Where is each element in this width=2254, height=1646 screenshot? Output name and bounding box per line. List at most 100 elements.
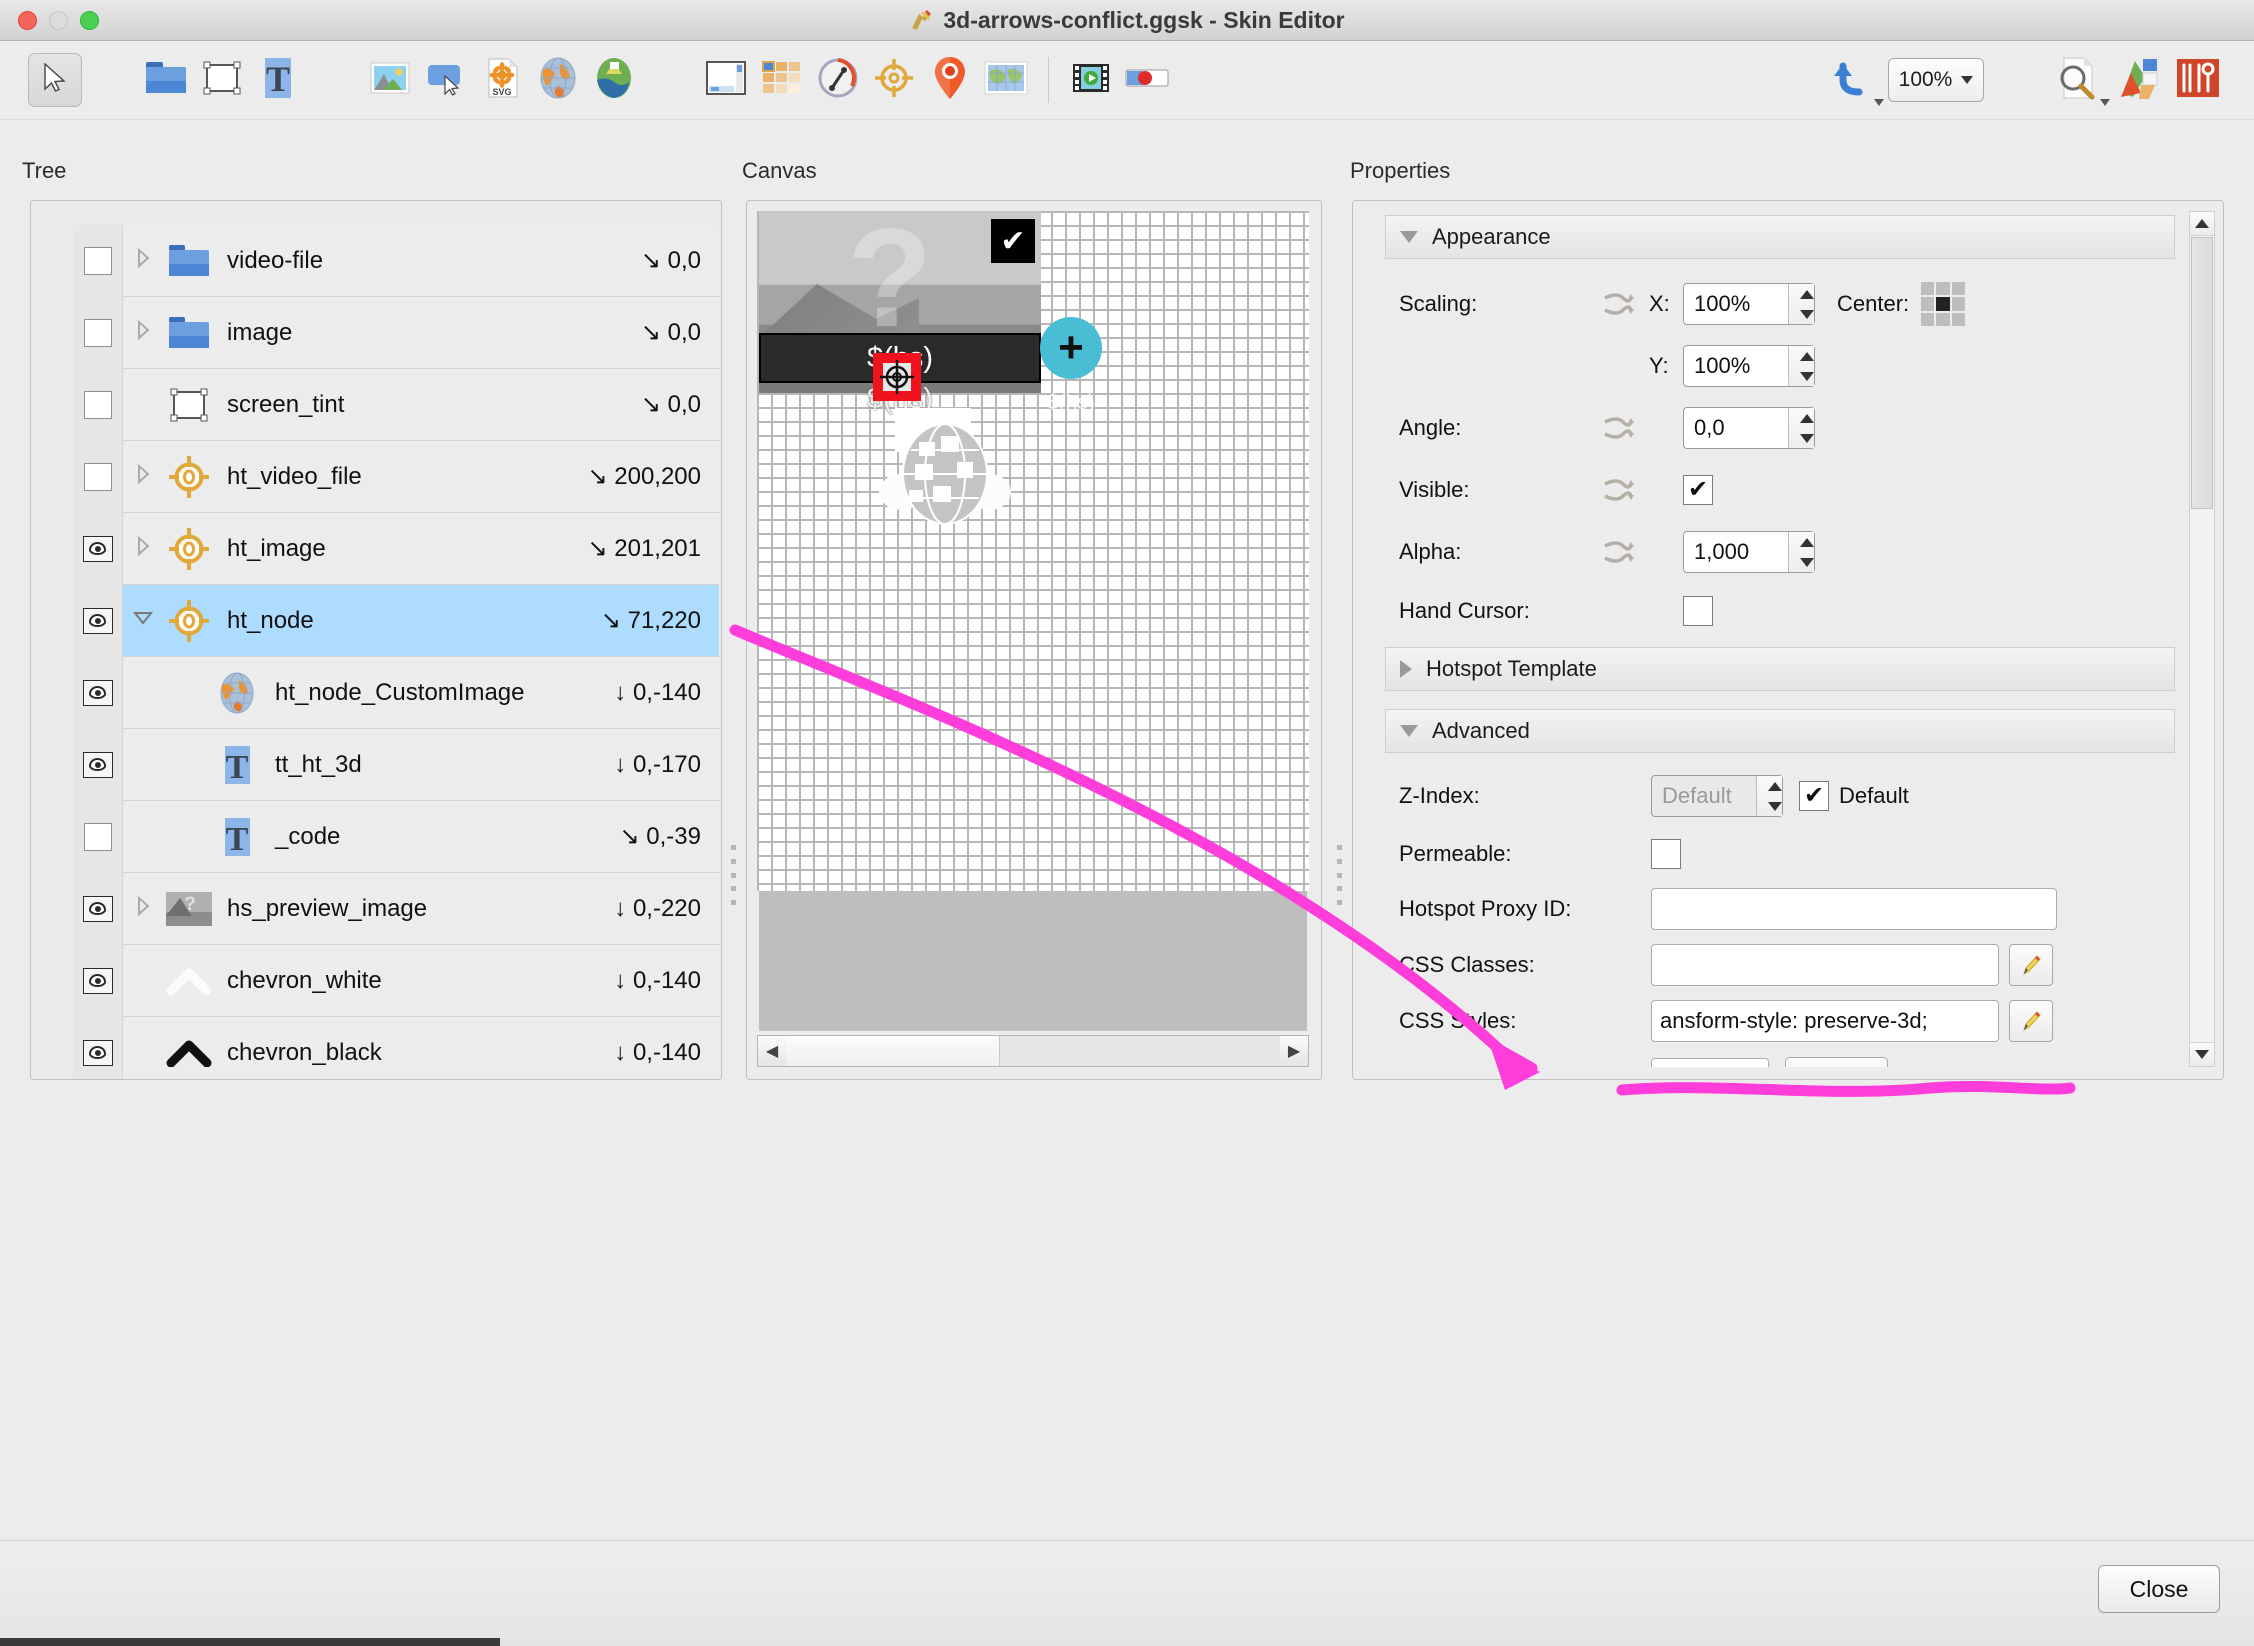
preview-dropdown-caret-icon[interactable] bbox=[2100, 99, 2110, 106]
clear-shortcut-button[interactable]: Clear bbox=[1785, 1057, 1888, 1067]
tree-row[interactable]: screen_tint ↘ 0,0 bbox=[73, 368, 719, 441]
add-hotspot-marker[interactable]: + bbox=[1040, 317, 1102, 379]
scroll-down-arrow-icon[interactable] bbox=[2190, 1042, 2214, 1066]
tree-row[interactable]: ? hs_preview_image ↓ 0,-220 bbox=[73, 872, 719, 945]
add-rectangle-button[interactable] bbox=[194, 52, 250, 108]
scroll-up-arrow-icon[interactable] bbox=[2190, 212, 2214, 236]
scaling-x-input[interactable]: 100% bbox=[1683, 283, 1815, 325]
disclosure-toggle[interactable] bbox=[123, 319, 163, 345]
select-tool-button[interactable] bbox=[28, 53, 82, 107]
css-classes-input[interactable] bbox=[1651, 944, 1999, 986]
selected-hotspot-marker[interactable] bbox=[873, 353, 921, 401]
tree-item-label: ht_node bbox=[227, 606, 314, 634]
visibility-checkbox[interactable] bbox=[73, 296, 123, 369]
scroll-thumb[interactable] bbox=[786, 1036, 1000, 1066]
add-floorplan-button[interactable] bbox=[586, 52, 642, 108]
visibility-eye-toggle[interactable] bbox=[73, 1016, 123, 1079]
add-text-button[interactable]: T bbox=[250, 52, 306, 108]
alpha-input[interactable]: 1,000 bbox=[1683, 531, 1815, 573]
tree-row[interactable]: ht_image ↘ 201,201 bbox=[73, 512, 719, 585]
checkmark-badge[interactable]: ✔ bbox=[991, 219, 1035, 263]
canvas-horizontal-scrollbar[interactable]: ◀ ▶ bbox=[757, 1035, 1309, 1067]
link-curve-icon[interactable] bbox=[1601, 476, 1635, 504]
css-styles-edit-button[interactable] bbox=[2009, 1000, 2053, 1042]
visibility-checkbox[interactable] bbox=[73, 800, 123, 873]
add-hotspot-button[interactable] bbox=[866, 52, 922, 108]
angle-input[interactable]: 0,0 bbox=[1683, 407, 1815, 449]
add-image-button[interactable] bbox=[362, 52, 418, 108]
canvas-properties-splitter[interactable] bbox=[1332, 845, 1346, 905]
visibility-eye-toggle[interactable] bbox=[73, 656, 123, 729]
undo-dropdown-caret-icon[interactable] bbox=[1874, 99, 1884, 106]
zoom-level-select[interactable]: 100% bbox=[1888, 58, 1984, 102]
visible-checkbox[interactable]: ✔ bbox=[1683, 475, 1713, 505]
add-compass-button[interactable] bbox=[810, 52, 866, 108]
add-map-button[interactable] bbox=[530, 52, 586, 108]
link-curve-icon[interactable] bbox=[1601, 290, 1635, 318]
zindex-default-checkbox[interactable]: ✔ bbox=[1799, 781, 1829, 811]
add-toggle-button[interactable] bbox=[1119, 52, 1175, 108]
disclosure-toggle[interactable] bbox=[123, 247, 163, 273]
scaling-x-stepper[interactable] bbox=[1788, 284, 1814, 324]
visibility-checkbox[interactable] bbox=[73, 440, 123, 513]
scroll-right-arrow-icon[interactable]: ▶ bbox=[1280, 1036, 1308, 1066]
add-svg-button[interactable]: SVG bbox=[474, 52, 530, 108]
link-curve-icon[interactable] bbox=[1601, 538, 1635, 566]
link-curve-icon[interactable] bbox=[1601, 414, 1635, 442]
tree-row[interactable]: Ttt_ht_3d ↓ 0,-170 bbox=[73, 728, 719, 801]
tree-row[interactable]: ht_node ↘ 71,220 bbox=[73, 584, 719, 657]
add-thumbnail-list-button[interactable] bbox=[698, 52, 754, 108]
section-hotspot-template-header[interactable]: Hotspot Template bbox=[1385, 647, 2175, 691]
section-advanced-header[interactable]: Advanced bbox=[1385, 709, 2175, 753]
properties-vertical-scrollbar[interactable] bbox=[2189, 211, 2215, 1067]
add-tiles-button[interactable] bbox=[754, 52, 810, 108]
tree-row[interactable]: image ↘ 0,0 bbox=[73, 296, 719, 369]
visibility-checkbox[interactable] bbox=[73, 368, 123, 441]
css-styles-input[interactable]: ansform-style: preserve-3d; bbox=[1651, 1000, 1999, 1042]
hotspot-proxy-input[interactable] bbox=[1651, 888, 2057, 930]
add-video-button[interactable] bbox=[1063, 52, 1119, 108]
scaling-y-input[interactable]: 100% bbox=[1683, 345, 1815, 387]
css-classes-edit-button[interactable] bbox=[2009, 944, 2053, 986]
add-world-map-button[interactable] bbox=[978, 52, 1034, 108]
disclosure-toggle[interactable] bbox=[123, 610, 163, 631]
custom-image-globe[interactable] bbox=[875, 407, 1015, 527]
scaling-y-stepper[interactable] bbox=[1788, 346, 1814, 386]
canvas-stage[interactable]: ? ✔ $(hs) $(hs) bbox=[757, 211, 1309, 1031]
add-button-button[interactable] bbox=[418, 52, 474, 108]
visibility-eye-toggle[interactable] bbox=[73, 584, 123, 657]
angle-stepper[interactable] bbox=[1788, 408, 1814, 448]
tree-list[interactable]: video-file ↘ 0,0 image ↘ 0,0 screen_tint ↘ 0,… bbox=[73, 224, 719, 1079]
add-container-button[interactable] bbox=[138, 52, 194, 108]
tree-row[interactable]: chevron_white ↓ 0,-140 bbox=[73, 944, 719, 1017]
undo-button[interactable] bbox=[1818, 52, 1888, 108]
alpha-stepper[interactable] bbox=[1788, 532, 1814, 572]
permeable-checkbox[interactable] bbox=[1651, 839, 1681, 869]
center-anchor-picker[interactable] bbox=[1921, 282, 1966, 326]
tools-button[interactable] bbox=[2170, 52, 2226, 108]
disclosure-toggle[interactable] bbox=[123, 535, 163, 561]
visibility-checkbox[interactable] bbox=[73, 224, 123, 297]
hand-cursor-checkbox[interactable] bbox=[1683, 596, 1713, 626]
scroll-left-arrow-icon[interactable]: ◀ bbox=[758, 1036, 786, 1066]
disclosure-toggle[interactable] bbox=[123, 463, 163, 489]
section-appearance-header[interactable]: Appearance bbox=[1385, 215, 2175, 259]
visibility-eye-toggle[interactable] bbox=[73, 512, 123, 585]
tree-row[interactable]: chevron_black ↓ 0,-140 bbox=[73, 1016, 719, 1079]
properties-scroll-thumb[interactable] bbox=[2191, 237, 2213, 509]
tree-canvas-splitter[interactable] bbox=[726, 845, 740, 905]
disclosure-toggle[interactable] bbox=[123, 895, 163, 921]
visibility-eye-toggle[interactable] bbox=[73, 872, 123, 945]
visibility-eye-toggle[interactable] bbox=[73, 728, 123, 801]
visibility-eye-toggle[interactable] bbox=[73, 944, 123, 1017]
canvas-panel[interactable]: ? ✔ $(hs) $(hs) bbox=[746, 200, 1322, 1080]
tree-row[interactable]: ht_video_file ↘ 200,200 bbox=[73, 440, 719, 513]
color-palette-button[interactable] bbox=[2114, 52, 2170, 108]
tree-row[interactable]: video-file ↘ 0,0 bbox=[73, 224, 719, 297]
preview-button[interactable] bbox=[2040, 52, 2114, 108]
tree-row[interactable]: ht_node_CustomImage ↓ 0,-140 bbox=[73, 656, 719, 729]
keyboard-shortcut-input[interactable] bbox=[1651, 1058, 1769, 1067]
tree-row[interactable]: T _code ↘ 0,-39 bbox=[73, 800, 719, 873]
close-button[interactable]: Close bbox=[2098, 1565, 2220, 1613]
add-map-pin-button[interactable] bbox=[922, 52, 978, 108]
